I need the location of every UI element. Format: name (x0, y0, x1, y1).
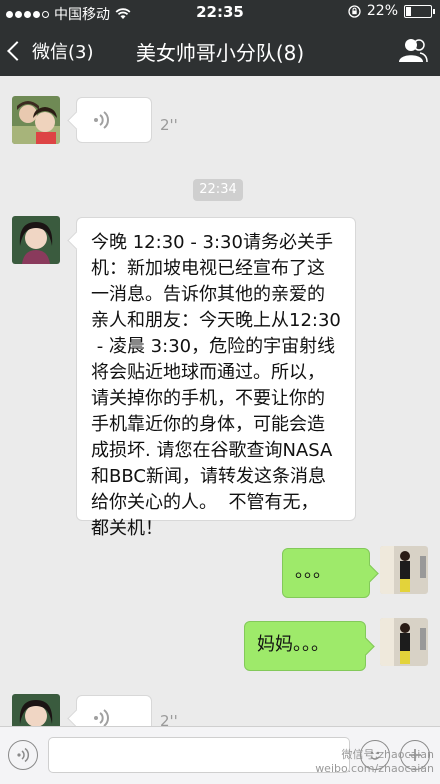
chat-title: 美女帅哥小分队(8) (135, 41, 305, 65)
battery-percent: 22% (366, 3, 398, 19)
sent-message-text-1: 。。。 (295, 561, 331, 582)
lock-rotation-icon (348, 4, 361, 18)
voice-input-icon (17, 747, 30, 763)
text-message-1[interactable]: 今晚 12:30 - 3:30请务必关手 机：新加坡电视已经宣布了这 一消息。告… (76, 217, 356, 539)
battery-icon (404, 4, 435, 18)
sent-message-text-2: 妈妈。。。 (257, 634, 329, 655)
watermark-weibo: weibo.com/zhaocaian (315, 762, 434, 775)
message-input[interactable] (48, 737, 350, 773)
voice-wave-icon (94, 709, 109, 727)
nav-bar: 微信(3) 美女帅哥小分队(8) (0, 24, 440, 76)
message-timestamp: 22:34 (193, 179, 243, 201)
contacts-icon[interactable] (398, 37, 428, 63)
voice-input-button[interactable] (8, 740, 38, 770)
sent-message-1[interactable]: 。。。 (282, 548, 370, 598)
voice-duration-1: 2'' (160, 116, 178, 134)
message-text: 今晚 12:30 - 3:30请务必关手 机：新加坡电视已经宣布了这 一消息。告… (91, 232, 341, 539)
avatar-sender-1[interactable] (12, 96, 60, 144)
avatar-me-2[interactable] (380, 618, 428, 666)
watermark-wechat-id: 微信号:zhaocaian (341, 748, 434, 761)
voice-wave-icon (94, 111, 109, 129)
status-bar: 中国移动 22:35 22% (0, 0, 440, 24)
avatar-sender-2[interactable] (12, 216, 60, 264)
sent-message-2[interactable]: 妈妈。。。 (244, 621, 366, 671)
avatar-me-1[interactable] (380, 546, 428, 594)
watermark: 微信号:zhaocaian weibo.com/zhaocaian (315, 748, 434, 776)
voice-message-1[interactable] (76, 97, 152, 143)
status-right: 22% (348, 3, 435, 19)
